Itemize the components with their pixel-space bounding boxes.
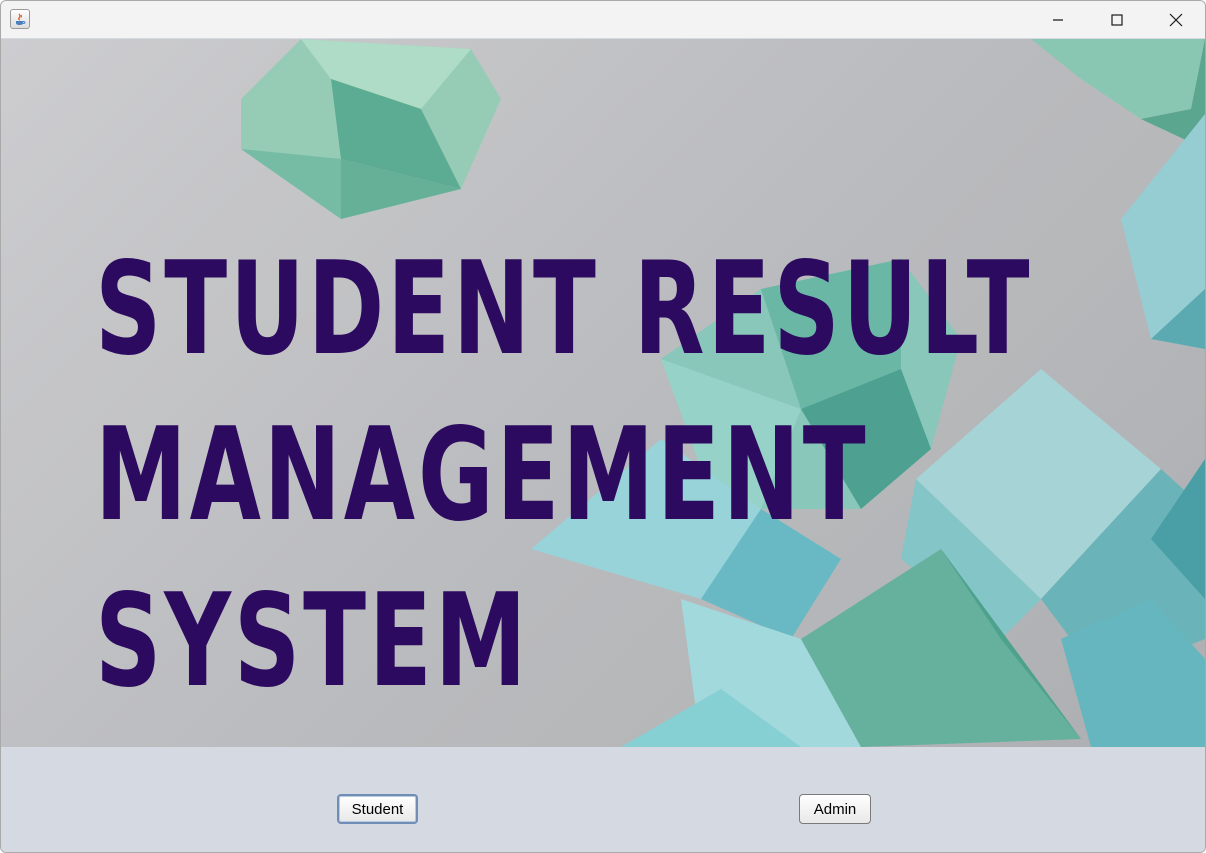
java-app-icon[interactable] xyxy=(10,9,30,29)
app-title: STUDENT RESULT MANAGEMENT SYSTEM xyxy=(95,227,1032,725)
close-button[interactable] xyxy=(1147,1,1205,38)
close-icon xyxy=(1169,13,1183,26)
title-line-3: SYSTEM xyxy=(95,567,530,716)
title-line-2: MANAGEMENT xyxy=(95,401,869,550)
minimize-icon xyxy=(1053,18,1063,21)
action-panel: Student Admin xyxy=(1,747,1205,852)
title-bar[interactable] xyxy=(1,1,1205,38)
student-button[interactable]: Student xyxy=(337,794,418,824)
minimize-button[interactable] xyxy=(1029,1,1087,38)
maximize-icon xyxy=(1111,13,1123,26)
banner-image: STUDENT RESULT MANAGEMENT SYSTEM xyxy=(1,39,1205,747)
admin-button[interactable]: Admin xyxy=(799,794,871,824)
maximize-button[interactable] xyxy=(1088,1,1146,38)
title-line-1: STUDENT RESULT xyxy=(95,235,1033,384)
app-window: STUDENT RESULT MANAGEMENT SYSTEM Student… xyxy=(0,0,1206,853)
